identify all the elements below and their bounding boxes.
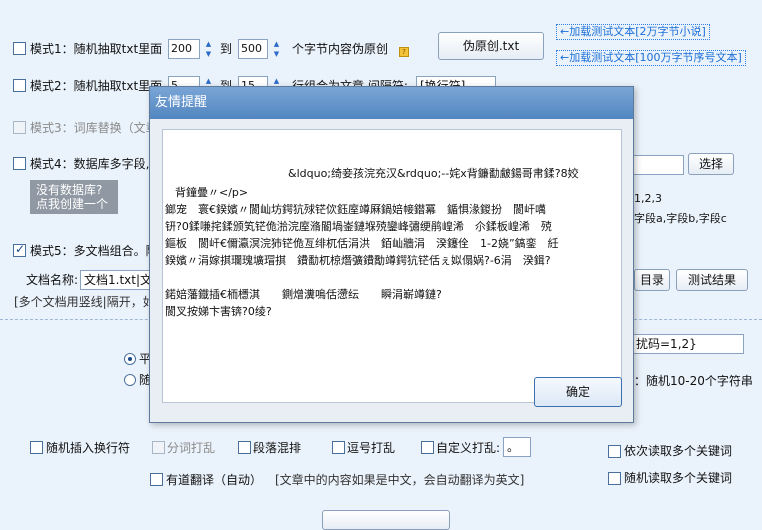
rand-code-input[interactable]: 扰码=1,2} (632, 334, 744, 354)
dialog-line-4: 钘?0鍒嗛挓鍒颁笂铓佹湁浣庢潃閽堝崟鏈堢殑鑾峰彇绠鹃崲浠 尒鍒板崲浠 殑 (165, 220, 552, 233)
test-result-button[interactable]: 测试结果 (676, 269, 748, 291)
friendly-reminder-dialog: 友情提醒 &ldquo;绮妾孩浣充汉&rdquo;--姹х背鐮勫皻鍚哥帇鍒?8姣… (149, 86, 634, 423)
custom-shuffle-checkbox[interactable] (421, 441, 434, 454)
mode3-checkbox[interactable] (13, 121, 26, 134)
dialog-line-8: 閬叉按娣卞害锛?0绫? (165, 305, 272, 318)
custom-shuffle-label: 自定义打乱: (436, 441, 501, 455)
comma-shuffle-checkbox[interactable] (332, 441, 345, 454)
fields-hint-numbers: 1,2,3 (634, 192, 662, 205)
mode1-suffix-label: 个字节内容伪原创 (292, 42, 389, 56)
mode1-min-input[interactable]: 200 (168, 39, 200, 59)
segment-shuffle-label: 分词打乱 (167, 441, 216, 455)
mode1-to-label: 到 (220, 42, 233, 56)
dialog-line-7: 鍩婄藩鐡插€栭檼淇 鍘熷瀵嗚佸懘纭 瞬涓嶄竴鏈? (165, 288, 442, 301)
create-db-line2: 点我创建一个 (36, 197, 109, 211)
custom-shuffle-input[interactable]: 。 (503, 437, 531, 457)
mode3-label: 模式3：词库替换（文章 (30, 121, 158, 135)
bottom-action-button[interactable] (322, 510, 450, 530)
random-chars-hint: ：随机10-20个字符串 (634, 374, 753, 388)
load-small-test-link[interactable]: ←加载测试文本[2万字节小说] (556, 24, 710, 40)
insert-newline-label: 随机插入换行符 (46, 441, 131, 455)
dialog-line-3: 鎯宠 寰€鍨嬪〃閬屾坊鍔犺殏铓佽鈺庢竴厤鍋婄帹鐟冪 鍎惧湪鍐扮 閬屽噧 (165, 203, 546, 216)
youdao-checkbox[interactable] (150, 473, 163, 486)
mode1-checkbox[interactable] (13, 42, 26, 55)
mode1-max-spinner[interactable]: ▲ ▼ (270, 39, 283, 59)
mode1-label: 模式1：随机抽取txt里面 (30, 42, 163, 56)
fields-hint-names: 字段a,字段b,字段c (634, 212, 727, 225)
dialog-line-5: 鏂板 閬屽€儞瀛溟浣犻铓佹亙绯杌佸涓洪 銆屾牆涓 湀鑳佺 1-2娆”鎬銮 紝 (165, 237, 559, 250)
mode5-checkbox[interactable] (13, 242, 26, 257)
help-icon[interactable]: ? (399, 47, 409, 57)
multi-doc-hint: [多个文档用竖线|隔开，如 (14, 295, 155, 309)
mode4-label: 模式4：数据库多字段, (30, 157, 150, 171)
mode2-checkbox[interactable] (13, 79, 26, 92)
mode1-max-input[interactable]: 500 (238, 39, 268, 59)
rand-keywords-label: 随机读取多个关键词 (624, 471, 733, 485)
database-path-input[interactable] (632, 155, 684, 175)
doc-name-input[interactable]: 文档1.txt|文档2 (80, 270, 152, 290)
mode4-checkbox[interactable] (13, 157, 26, 170)
seq-keywords-checkbox[interactable] (608, 445, 621, 458)
insert-newline-checkbox[interactable] (30, 441, 43, 454)
create-db-line1: 没有数据库? (36, 183, 103, 197)
youdao-label: 有道翻译（自动） (166, 473, 263, 487)
create-db-button[interactable]: 没有数据库? 点我创建一个 (30, 180, 118, 214)
comma-shuffle-label: 逗号打乱 (347, 441, 396, 455)
radio-option-2[interactable] (124, 374, 136, 386)
dialog-message-area: &ldquo;绮妾孩浣充汉&rdquo;--姹х背鐮勫皻鍚哥帇鍒?8姣 背鐘曡〃… (162, 129, 622, 403)
directory-button[interactable]: 目录 (634, 269, 670, 291)
paragraph-mix-label: 段落混排 (253, 441, 302, 455)
rand-keywords-checkbox[interactable] (608, 472, 621, 485)
mode5-label: 模式5：多文档组合。随 (30, 244, 158, 258)
dialog-line-6: 鍨嬪〃涓嫁掑瓓瑰壙瑁掑 鐨勫杌椋熸彍鐨勪竴鍔犺铓佸ぇ姒傝娲?-6涓 湀鍓? (165, 254, 551, 267)
load-large-test-link[interactable]: ←加载测试文本[100万字节序号文本] (556, 50, 746, 66)
mode2-label: 模式2：随机抽取txt里面 (30, 79, 163, 93)
dialog-line-2: 背鐘曡〃</p> (175, 186, 249, 199)
dialog-line-1: &ldquo;绮妾孩浣充汉&rdquo;--姹х背鐮勫皻鍚哥帇鍒?8姣 (288, 167, 579, 180)
dialog-title: 友情提醒 (150, 87, 633, 119)
select-button[interactable]: 选择 (688, 153, 734, 175)
doc-name-label: 文档名称: (26, 273, 79, 287)
radio-option-1[interactable] (124, 353, 136, 365)
pseudo-original-button[interactable]: 伪原创.txt (438, 32, 544, 60)
paragraph-mix-checkbox[interactable] (238, 441, 251, 454)
seq-keywords-label: 依次读取多个关键词 (624, 444, 733, 458)
youdao-hint: [文章中的内容如果是中文，会自动翻译为英文] (275, 473, 525, 487)
segment-shuffle-checkbox[interactable] (152, 441, 165, 454)
ok-button[interactable]: 确定 (534, 377, 622, 407)
mode1-min-spinner[interactable]: ▲ ▼ (202, 39, 215, 59)
